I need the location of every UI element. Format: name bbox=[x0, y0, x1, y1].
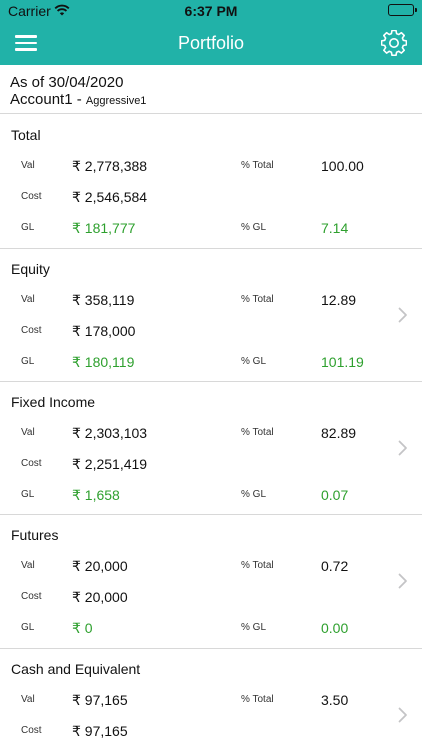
pct-total-value: 82.89 bbox=[321, 425, 357, 441]
chevron-right-icon bbox=[398, 440, 407, 456]
val-label: Val bbox=[21, 294, 35, 305]
val-label: Val bbox=[21, 694, 35, 705]
cost-label: Cost bbox=[21, 725, 42, 736]
account-line: Account1 - Aggressive1 bbox=[10, 91, 146, 108]
cost-label: Cost bbox=[21, 591, 42, 602]
pct-gl-value: 101.19 bbox=[321, 354, 364, 370]
gl-label: GL bbox=[21, 622, 35, 633]
section-title: Fixed Income bbox=[11, 394, 96, 410]
gear-icon bbox=[380, 29, 408, 57]
cost-label: Cost bbox=[21, 325, 42, 336]
settings-button[interactable] bbox=[380, 29, 408, 57]
pct-gl-label: % GL bbox=[241, 356, 267, 367]
portfolio-header: As of 30/04/2020 Account1 - Aggressive1 bbox=[0, 65, 422, 114]
section-title: Equity bbox=[11, 261, 50, 277]
section-title: Total bbox=[11, 127, 41, 143]
section-cash-and-equivalent[interactable]: Cash and Equivalent Val ₹ 97,165 % Total… bbox=[0, 649, 422, 750]
gl-value: ₹ 1,658 bbox=[72, 487, 120, 503]
section-title: Cash and Equivalent bbox=[11, 661, 141, 677]
val-label: Val bbox=[21, 560, 35, 571]
pct-gl-label: % GL bbox=[241, 222, 267, 233]
risk-profile: Aggressive1 bbox=[85, 95, 147, 107]
val-value: ₹ 2,778,388 bbox=[72, 158, 148, 174]
gl-value: ₹ 0 bbox=[72, 620, 93, 636]
pct-total-label: % Total bbox=[241, 294, 274, 305]
pct-total-value: 0.72 bbox=[321, 558, 349, 574]
cost-value: ₹ 2,546,584 bbox=[72, 189, 148, 205]
status-bar: Carrier 6:37 PM bbox=[0, 0, 422, 22]
account-name: Account1 - bbox=[10, 91, 82, 108]
pct-total-label: % Total bbox=[241, 427, 274, 438]
pct-gl-value: 0.07 bbox=[321, 487, 349, 503]
section-total: Total Val ₹ 2,778,388 % Total 100.00 Cos… bbox=[0, 115, 422, 249]
val-label: Val bbox=[21, 160, 35, 171]
pct-gl-label: % GL bbox=[241, 489, 267, 500]
cost-value: ₹ 97,165 bbox=[72, 723, 128, 739]
pct-gl-label: % GL bbox=[241, 622, 267, 633]
section-equity[interactable]: Equity Val ₹ 358,119 % Total 12.89 Cost … bbox=[0, 249, 422, 382]
clock: 6:37 PM bbox=[184, 3, 238, 19]
chevron-right-icon bbox=[398, 707, 407, 723]
pct-total-label: % Total bbox=[241, 694, 274, 705]
pct-total-value: 12.89 bbox=[321, 292, 357, 308]
val-label: Val bbox=[21, 427, 35, 438]
cost-label: Cost bbox=[21, 191, 42, 202]
as-of-date: As of 30/04/2020 bbox=[10, 74, 124, 91]
page-title: Portfolio bbox=[177, 33, 245, 53]
cost-value: ₹ 20,000 bbox=[72, 589, 128, 605]
pct-total-value: 100.00 bbox=[321, 158, 364, 174]
gl-label: GL bbox=[21, 489, 35, 500]
pct-gl-value: 7.14 bbox=[321, 220, 349, 236]
section-fixed-income[interactable]: Fixed Income Val ₹ 2,303,103 % Total 82.… bbox=[0, 382, 422, 515]
section-futures[interactable]: Futures Val ₹ 20,000 % Total 0.72 Cost ₹… bbox=[0, 515, 422, 649]
section-title: Futures bbox=[11, 527, 59, 543]
val-value: ₹ 20,000 bbox=[72, 558, 128, 574]
nav-bar: Portfolio bbox=[0, 22, 422, 65]
gl-label: GL bbox=[21, 222, 35, 233]
pct-total-label: % Total bbox=[241, 160, 274, 171]
cost-value: ₹ 2,251,419 bbox=[72, 456, 148, 472]
cost-value: ₹ 178,000 bbox=[72, 323, 136, 339]
gl-value: ₹ 180,119 bbox=[72, 354, 135, 370]
val-value: ₹ 358,119 bbox=[72, 292, 135, 308]
val-value: ₹ 97,165 bbox=[72, 692, 128, 708]
gl-label: GL bbox=[21, 356, 35, 367]
cost-label: Cost bbox=[21, 458, 42, 469]
chevron-right-icon bbox=[398, 307, 407, 323]
pct-total-label: % Total bbox=[241, 560, 274, 571]
pct-total-value: 3.50 bbox=[321, 692, 349, 708]
val-value: ₹ 2,303,103 bbox=[72, 425, 148, 441]
pct-gl-value: 0.00 bbox=[321, 620, 349, 636]
gl-value: ₹ 181,777 bbox=[72, 220, 136, 236]
battery-icon bbox=[388, 4, 417, 16]
chevron-right-icon bbox=[398, 573, 407, 589]
